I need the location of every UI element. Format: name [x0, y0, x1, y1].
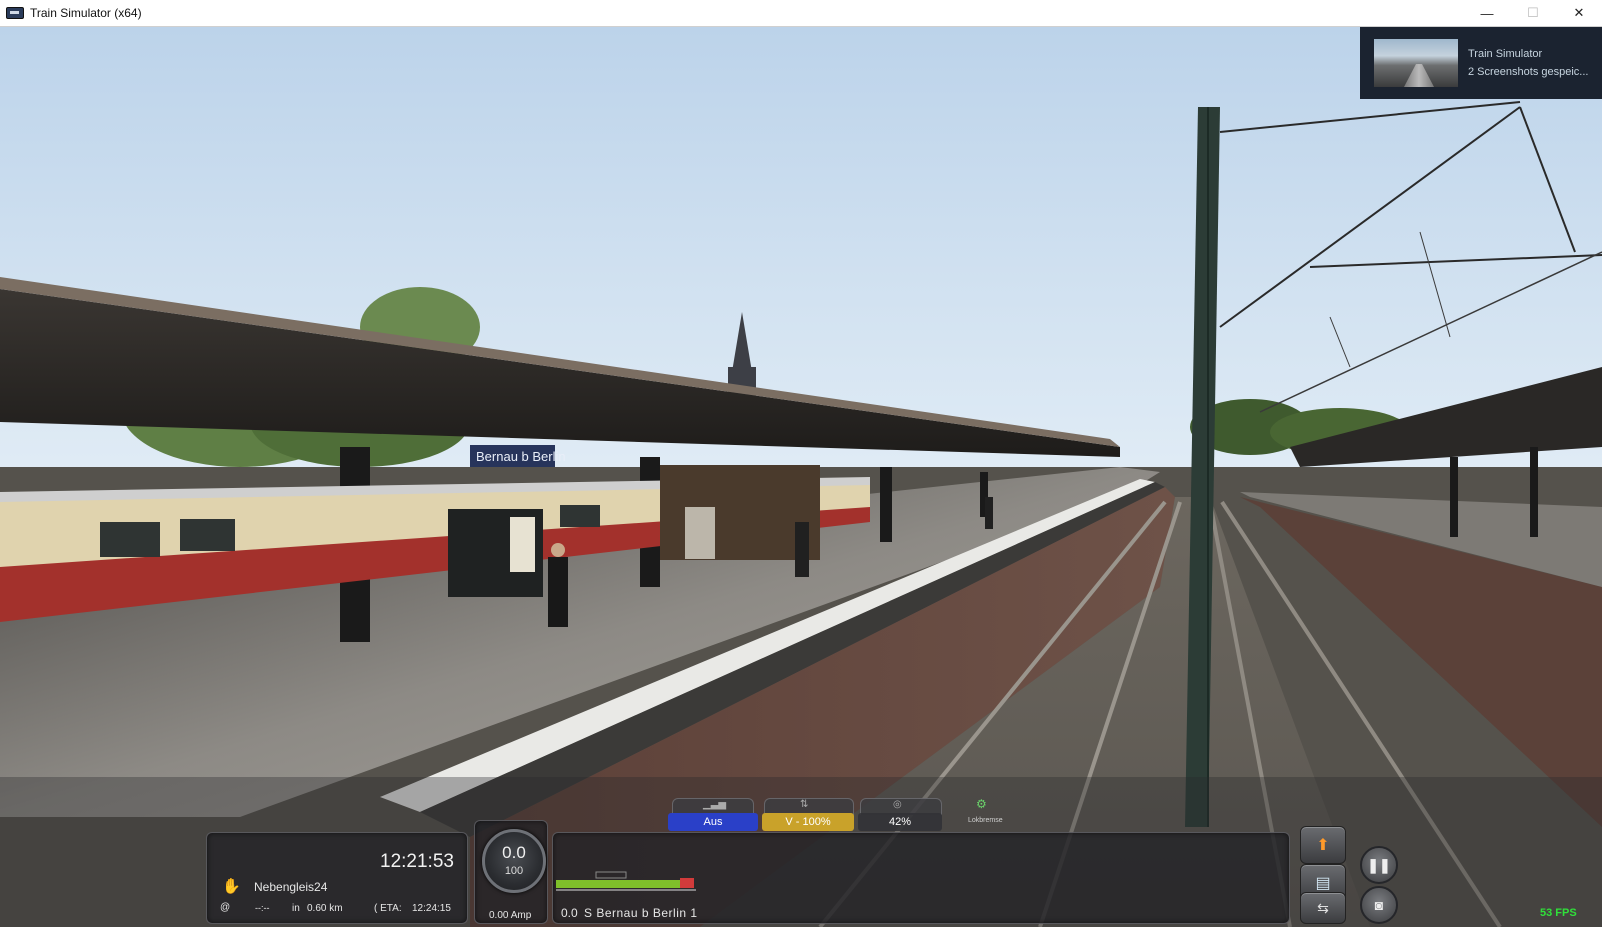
window-controls: — ☐ ✕ — [1464, 0, 1602, 26]
window-title: Train Simulator (x64) — [30, 6, 142, 20]
signal-strength-icon: ▁▃▅ — [703, 799, 727, 810]
reverser-tab[interactable]: V - 100% — [762, 813, 854, 831]
amperage: 0.00 Amp — [489, 910, 532, 921]
task-list-icon: ▤ — [1315, 875, 1331, 892]
pzb-tab[interactable]: Aus — [668, 813, 758, 831]
minimize-button[interactable]: — — [1464, 0, 1510, 26]
fps-counter: 53 FPS — [1540, 907, 1577, 919]
station-sign: Bernau b Berlin — [476, 449, 566, 464]
loco-brake-icon: ⚙ — [976, 797, 987, 811]
camera-button[interactable]: ◙ — [1360, 886, 1398, 924]
map-icon: ⬆ — [1316, 837, 1330, 854]
signal-name: Nebengleis24 — [254, 880, 328, 894]
window-titlebar: Train Simulator (x64) — ☐ ✕ — [0, 0, 1602, 27]
speed-limit: 100 — [504, 865, 524, 877]
speed-value: 0.0 — [502, 843, 526, 862]
hand-signal-icon: ✋ — [222, 878, 241, 895]
close-button[interactable]: ✕ — [1556, 0, 1602, 26]
switch-button[interactable]: ⇆ — [1300, 892, 1346, 924]
eta-label: ( ETA: — [374, 903, 402, 914]
at-symbol: @ — [220, 902, 231, 913]
signal-distance: 0.60 km — [307, 903, 343, 914]
reverser-arrows-icon: ⇅ — [800, 799, 809, 810]
distance-placeholder: --:-- — [255, 903, 270, 913]
maximize-button[interactable]: ☐ — [1510, 0, 1556, 26]
next-stop: S Bernau b Berlin 1 — [584, 906, 698, 920]
train-simulator-icon — [6, 7, 24, 19]
track-position: 0.0 — [561, 906, 578, 920]
in-label: in — [292, 903, 300, 914]
notification-app: Train Simulator — [1468, 48, 1543, 60]
switch-arrows-icon: ⇆ — [1317, 899, 1329, 916]
brake-tab[interactable]: 42% — [858, 813, 942, 831]
camera-icon: ◙ — [1374, 897, 1384, 913]
brake-gauge-icon: ◎ — [893, 799, 902, 810]
game-clock: 12:21:53 — [380, 851, 454, 872]
notification-message: 2 Screenshots gespeic... — [1468, 66, 1589, 78]
screenshot-thumbnail — [1374, 39, 1458, 87]
map-button[interactable]: ⬆ — [1300, 826, 1346, 864]
scene-render: Bernau b Berlin — [0, 27, 1602, 927]
train-consist-icon — [556, 871, 696, 891]
speedometer: 0.0 100 — [482, 829, 546, 893]
pause-button[interactable]: ❚❚ — [1360, 846, 1398, 884]
screenshot-notification[interactable]: Train Simulator 2 Screenshots gespeic... — [1360, 27, 1602, 99]
game-viewport[interactable]: Bernau b Berlin — [0, 27, 1602, 927]
loco-brake-label[interactable]: Lokbremse — [968, 817, 1003, 824]
pause-icon: ❚❚ — [1367, 856, 1391, 873]
eta-time: 12:24:15 — [412, 903, 451, 914]
